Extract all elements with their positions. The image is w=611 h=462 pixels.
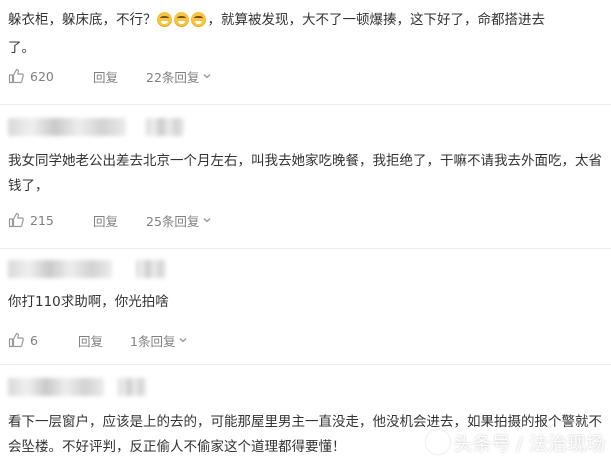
comment-actions: 6 回复 1条回复 bbox=[8, 330, 608, 350]
reply-count-toggle[interactable]: 1条回复 bbox=[130, 331, 188, 350]
comment-text: 躲衣柜，躲床底，不行？ ，就算被发现，大不了一顿爆揍，这下好了，命都搭进去 了。 bbox=[8, 11, 545, 56]
reply-count-toggle[interactable]: 22条回复 bbox=[146, 67, 212, 86]
reply-count: 22条回复 bbox=[146, 69, 200, 85]
like-button[interactable]: 620 bbox=[8, 68, 54, 84]
thumbs-up-icon bbox=[8, 212, 24, 228]
toutiao-logo-icon bbox=[425, 430, 450, 454]
laugh-cry-emoji-icon bbox=[190, 12, 206, 27]
divider bbox=[0, 104, 611, 105]
reply-count: 1条回复 bbox=[130, 333, 176, 349]
like-button[interactable]: 6 bbox=[8, 332, 38, 348]
reply-count: 25条回复 bbox=[146, 213, 200, 229]
like-button[interactable]: 215 bbox=[8, 212, 54, 228]
emoji-group bbox=[156, 11, 208, 36]
like-count: 215 bbox=[30, 212, 54, 228]
chevron-down-icon bbox=[179, 338, 187, 343]
laugh-cry-emoji-icon bbox=[173, 12, 189, 27]
reply-button[interactable]: 回复 bbox=[78, 331, 103, 350]
comment-actions: 620 回复 22条回复 bbox=[8, 66, 608, 86]
divider bbox=[0, 364, 611, 365]
reply-button[interactable]: 回复 bbox=[93, 211, 118, 230]
watermark: 头条号 / 法治现场 bbox=[425, 428, 605, 456]
comment-actions: 215 回复 25条回复 bbox=[8, 210, 608, 230]
like-count: 620 bbox=[30, 68, 54, 84]
thumbs-up-icon bbox=[8, 68, 24, 84]
chevron-down-icon bbox=[203, 218, 211, 223]
reply-count-toggle[interactable]: 25条回复 bbox=[146, 211, 212, 230]
thumbs-up-icon bbox=[8, 332, 24, 348]
divider bbox=[0, 248, 611, 249]
watermark-text: 头条号 / 法治现场 bbox=[453, 432, 605, 455]
comment-text: 你打110求助啊，你光拍啥 bbox=[8, 294, 169, 310]
comment-text: 我女同学她老公出差去北京一个月左右，叫我去她家吃晚餐，我拒绝了，干嘛不请我去外面… bbox=[8, 153, 602, 194]
like-count: 6 bbox=[30, 332, 38, 348]
reply-button[interactable]: 回复 bbox=[93, 67, 118, 86]
laugh-cry-emoji-icon bbox=[156, 12, 172, 27]
chevron-down-icon bbox=[203, 74, 211, 79]
